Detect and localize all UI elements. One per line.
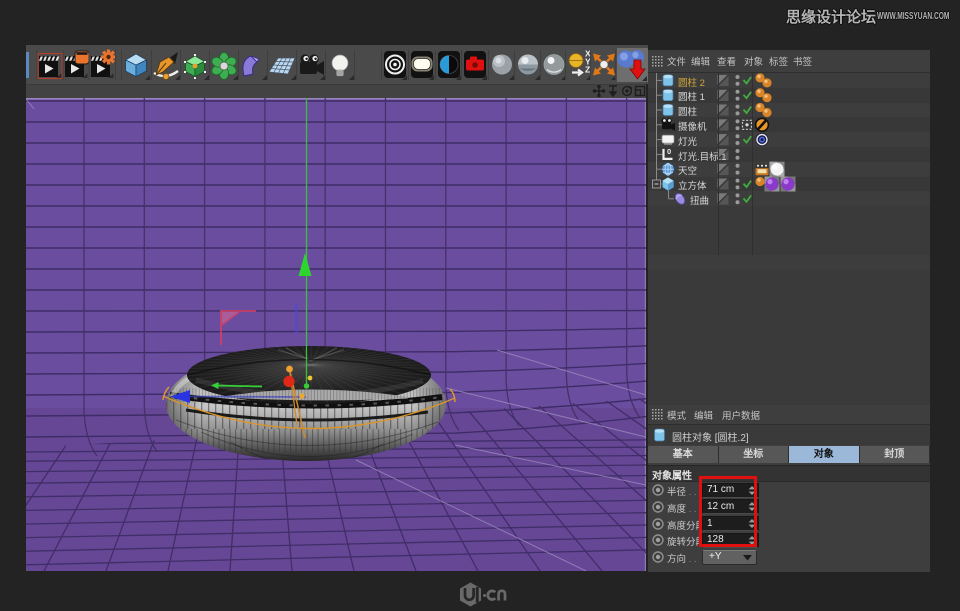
svg-text:0: 0 [667,147,671,156]
svg-text:Z: Z [585,65,590,75]
